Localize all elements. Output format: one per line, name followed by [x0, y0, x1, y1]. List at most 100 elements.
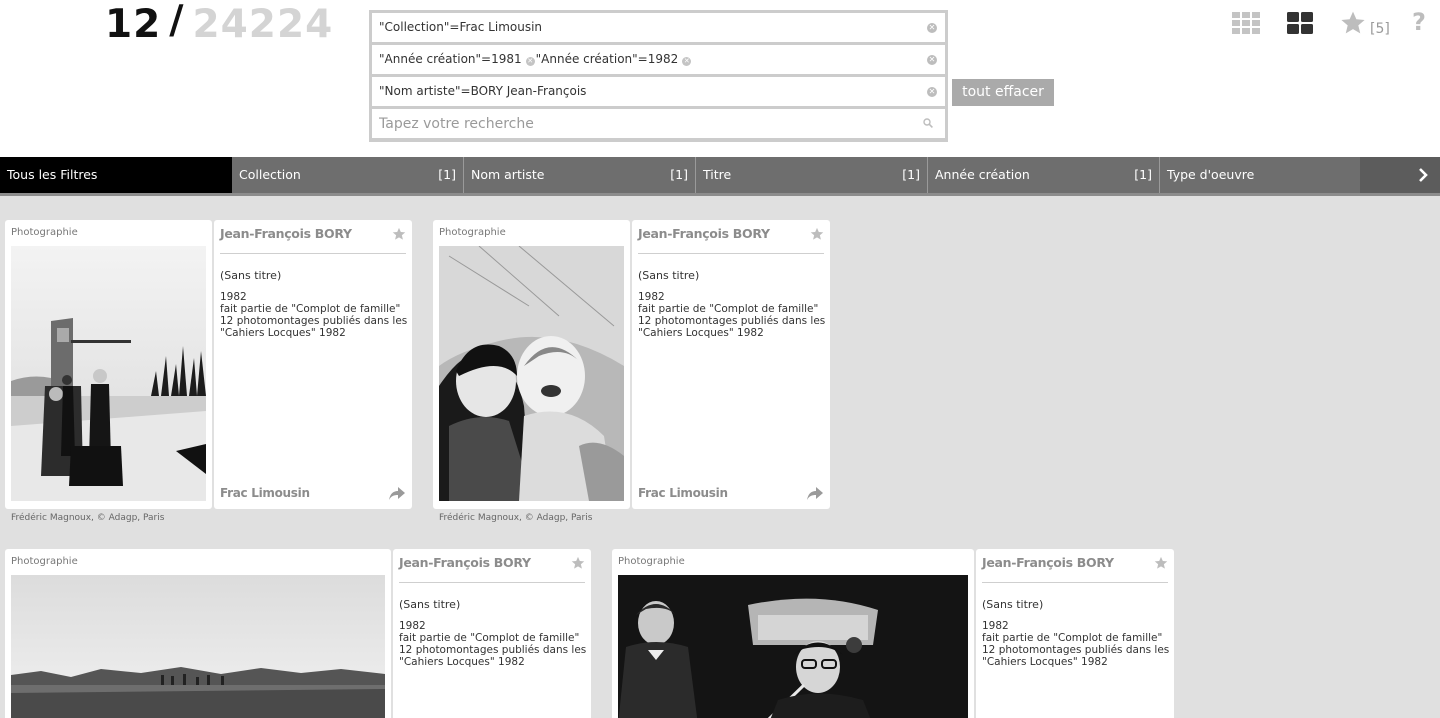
tab-annee-creation[interactable]: Année création [1] — [928, 157, 1160, 193]
tab-label: Nom artiste — [471, 167, 545, 182]
result-current: 12 — [105, 2, 162, 47]
favorites-button[interactable]: [5] — [1340, 10, 1390, 40]
artwork-title: (Sans titre) — [220, 269, 282, 282]
star-icon[interactable] — [810, 227, 824, 241]
artwork-description: 1982 fait partie de "Complot de famille"… — [982, 620, 1170, 668]
filter-chip-artiste[interactable]: "Nom artiste"=BORY Jean-François ✕ — [372, 77, 945, 106]
divider — [220, 253, 406, 254]
artwork-photo[interactable] — [11, 246, 206, 501]
artist-name[interactable]: Jean-François BORY — [638, 226, 770, 241]
artwork-info-panel[interactable]: Jean-François BORY (Sans titre) 1982 fai… — [214, 220, 412, 509]
next-filters-button[interactable] — [1360, 157, 1440, 193]
filter-chip-label: "Année création"=1981 — [379, 52, 522, 66]
artwork-type: Photographie — [11, 556, 78, 567]
search-row — [372, 109, 945, 138]
description-line: 12 photomontages publiés dans les — [638, 315, 826, 327]
photo-credit: Frédéric Magnoux, © Adagp, Paris — [439, 513, 593, 523]
artwork-info-panel[interactable]: Jean-François BORY (Sans titre) 1982 fai… — [632, 220, 830, 509]
divider — [982, 582, 1168, 583]
tab-titre[interactable]: Titre [1] — [696, 157, 928, 193]
favorites-count: [5] — [1370, 21, 1390, 37]
share-icon[interactable] — [807, 487, 823, 500]
artwork-title: (Sans titre) — [982, 598, 1044, 611]
artist-name[interactable]: Jean-François BORY — [220, 226, 352, 241]
tab-label: Titre — [703, 167, 732, 182]
collection-name[interactable]: Frac Limousin — [638, 486, 728, 500]
description-line: fait partie de "Complot de famille" — [399, 632, 580, 644]
description-line: "Cahiers Locques" 1982 — [982, 656, 1108, 668]
star-icon[interactable] — [571, 556, 585, 570]
tab-type-oeuvre[interactable]: Type d'oeuvre — [1160, 157, 1360, 193]
collection-name[interactable]: Frac Limousin — [220, 486, 310, 500]
tab-nom-artiste[interactable]: Nom artiste [1] — [464, 157, 696, 193]
artist-name[interactable]: Jean-François BORY — [399, 555, 531, 570]
description-line: 1982 — [638, 291, 665, 303]
header: 12/24224 "Collection"=Frac Limousin ✕ "A… — [0, 0, 1440, 157]
artwork-info-panel[interactable]: Jean-François BORY (Sans titre) 1982 fai… — [976, 549, 1174, 718]
help-icon[interactable]: ? — [1412, 8, 1426, 36]
artwork-title: (Sans titre) — [399, 598, 461, 611]
description-line: "Cahiers Locques" 1982 — [399, 656, 525, 668]
description-line: fait partie de "Complot de famille" — [220, 303, 401, 315]
tab-count: [1] — [1134, 167, 1152, 182]
description-line: 1982 — [220, 291, 247, 303]
description-line: "Cahiers Locques" 1982 — [638, 327, 764, 339]
close-icon[interactable]: ✕ — [927, 23, 937, 33]
tab-label: Collection — [239, 167, 301, 182]
description-line: 12 photomontages publiés dans les — [220, 315, 408, 327]
artwork-info-panel[interactable]: Jean-François BORY (Sans titre) 1982 fai… — [393, 549, 591, 718]
close-icon[interactable]: ✕ — [682, 57, 692, 66]
search-box: "Collection"=Frac Limousin ✕ "Année créa… — [369, 10, 948, 142]
artwork-photo[interactable] — [11, 575, 385, 718]
artwork-image-panel[interactable]: Photographie — [433, 220, 630, 509]
tab-label: Type d'oeuvre — [1167, 167, 1255, 182]
close-icon[interactable]: ✕ — [927, 55, 937, 65]
artwork-description: 1982 fait partie de "Complot de famille"… — [638, 291, 826, 339]
chevron-right-icon — [1419, 168, 1428, 182]
artwork-description: 1982 fait partie de "Complot de famille"… — [399, 620, 587, 668]
tab-all-filters[interactable]: Tous les Filtres — [0, 157, 232, 193]
clear-all-button[interactable]: tout effacer — [952, 79, 1054, 106]
description-line: 1982 — [399, 620, 426, 632]
artwork-image-panel[interactable]: Photographie — [5, 220, 212, 509]
filter-chip-collection[interactable]: "Collection"=Frac Limousin ✕ — [372, 13, 945, 42]
search-input[interactable] — [372, 109, 945, 138]
filter-chip-label: "Collection"=Frac Limousin — [379, 20, 543, 34]
artwork-photo[interactable] — [618, 575, 968, 718]
description-line: 1982 — [982, 620, 1009, 632]
search-icon[interactable] — [923, 118, 933, 128]
close-icon[interactable]: ✕ — [525, 57, 535, 66]
star-icon[interactable] — [392, 227, 406, 241]
result-counter: 12/24224 — [105, 0, 334, 47]
tab-collection[interactable]: Collection [1] — [232, 157, 464, 193]
artwork-description: 1982 fait partie de "Complot de famille"… — [220, 291, 408, 339]
tab-count: [1] — [902, 167, 920, 182]
filter-chip-annee[interactable]: "Année création"=1981 ✕ "Année création"=1… — [372, 45, 945, 74]
tab-label: Année création — [935, 167, 1030, 182]
divider — [399, 582, 585, 583]
description-line: fait partie de "Complot de famille" — [982, 632, 1163, 644]
close-icon[interactable]: ✕ — [927, 87, 937, 97]
grid-large-icon[interactable] — [1287, 12, 1313, 38]
artwork-title: (Sans titre) — [638, 269, 700, 282]
artwork-image-panel[interactable]: Photographie — [612, 549, 974, 718]
description-line: 12 photomontages publiés dans les — [982, 644, 1170, 656]
filter-bar: Tous les Filtres Collection [1] Nom arti… — [0, 157, 1440, 196]
share-icon[interactable] — [389, 487, 405, 500]
artwork-type: Photographie — [11, 227, 78, 238]
star-icon — [1341, 11, 1365, 34]
filter-chip-label: "Année création"=1982 — [535, 52, 679, 66]
artist-name[interactable]: Jean-François BORY — [982, 555, 1114, 570]
divider — [638, 253, 824, 254]
result-total: 24224 — [192, 2, 334, 47]
tab-label: Tous les Filtres — [7, 167, 98, 182]
artwork-image-panel[interactable]: Photographie — [5, 549, 391, 718]
star-icon[interactable] — [1154, 556, 1168, 570]
grid-small-icon[interactable] — [1232, 12, 1260, 38]
result-separator: / — [169, 0, 185, 43]
tab-count: [1] — [438, 167, 456, 182]
artwork-type: Photographie — [618, 556, 685, 567]
tab-count: [1] — [670, 167, 688, 182]
artwork-photo[interactable] — [439, 246, 624, 501]
description-line: fait partie de "Complot de famille" — [638, 303, 819, 315]
